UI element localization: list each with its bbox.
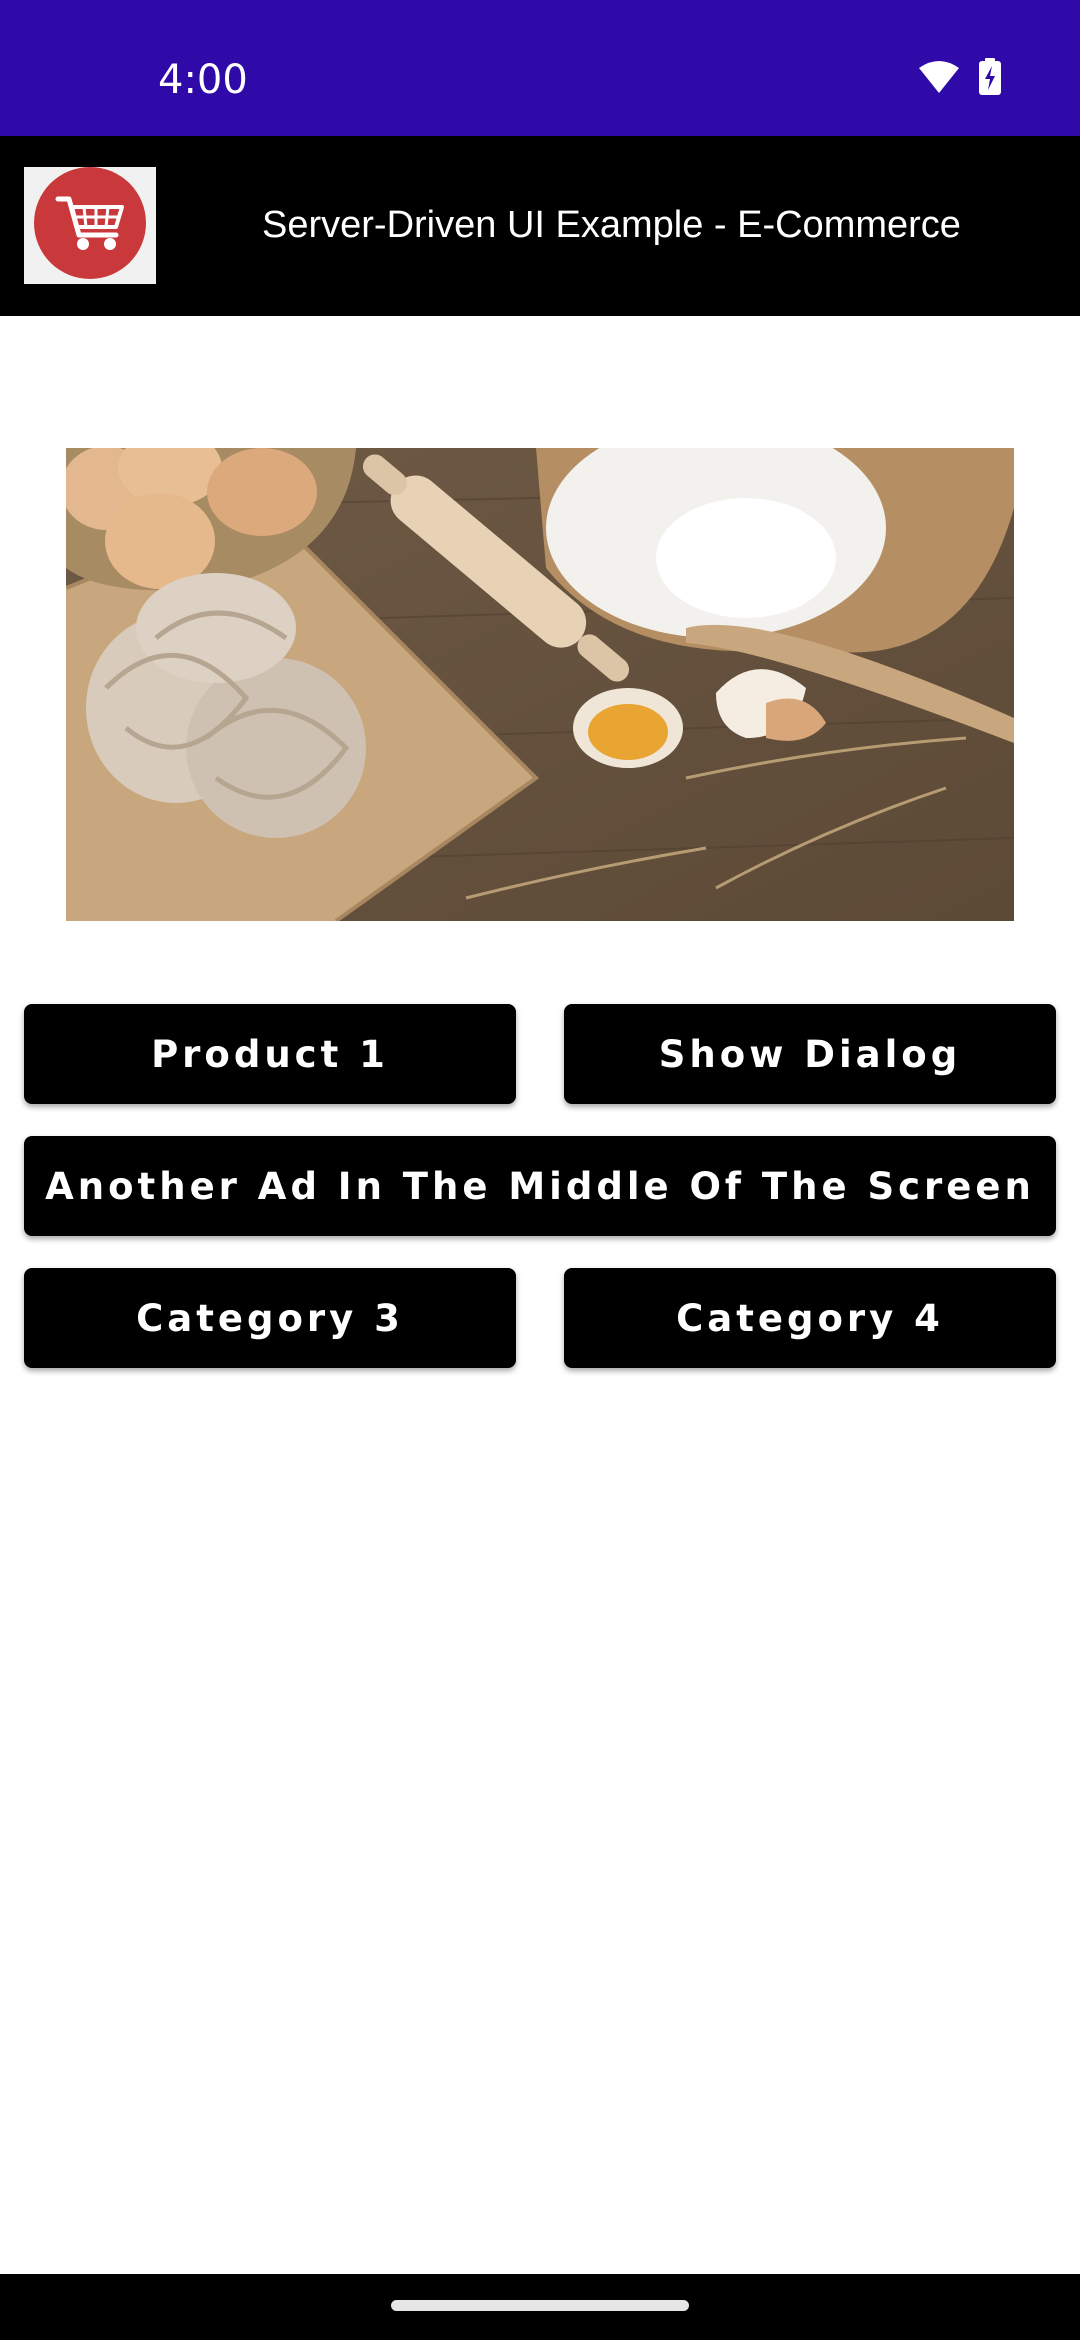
wifi-icon [918,60,960,99]
status-icons [918,58,1002,101]
app-logo[interactable] [24,167,156,284]
status-time: 4:00 [158,57,248,103]
banner-image[interactable] [66,448,1014,921]
home-gesture-handle[interactable] [391,2300,689,2311]
battery-charging-icon [978,58,1002,101]
shopping-cart-icon [32,165,148,286]
ad-middle-button[interactable]: Another Ad In The Middle Of The Screen [24,1136,1056,1236]
navigation-bar [0,2274,1080,2340]
category-4-button[interactable]: Category 4 [564,1268,1056,1368]
show-dialog-button[interactable]: Show Dialog [564,1004,1056,1104]
app-bar: Server-Driven UI Example - E-Commerce [0,136,1080,316]
product-1-button[interactable]: Product 1 [24,1004,516,1104]
category-3-button[interactable]: Category 3 [24,1268,516,1368]
status-bar: 4:00 [0,0,1080,136]
app-title: Server-Driven UI Example - E-Commerce [262,204,961,246]
